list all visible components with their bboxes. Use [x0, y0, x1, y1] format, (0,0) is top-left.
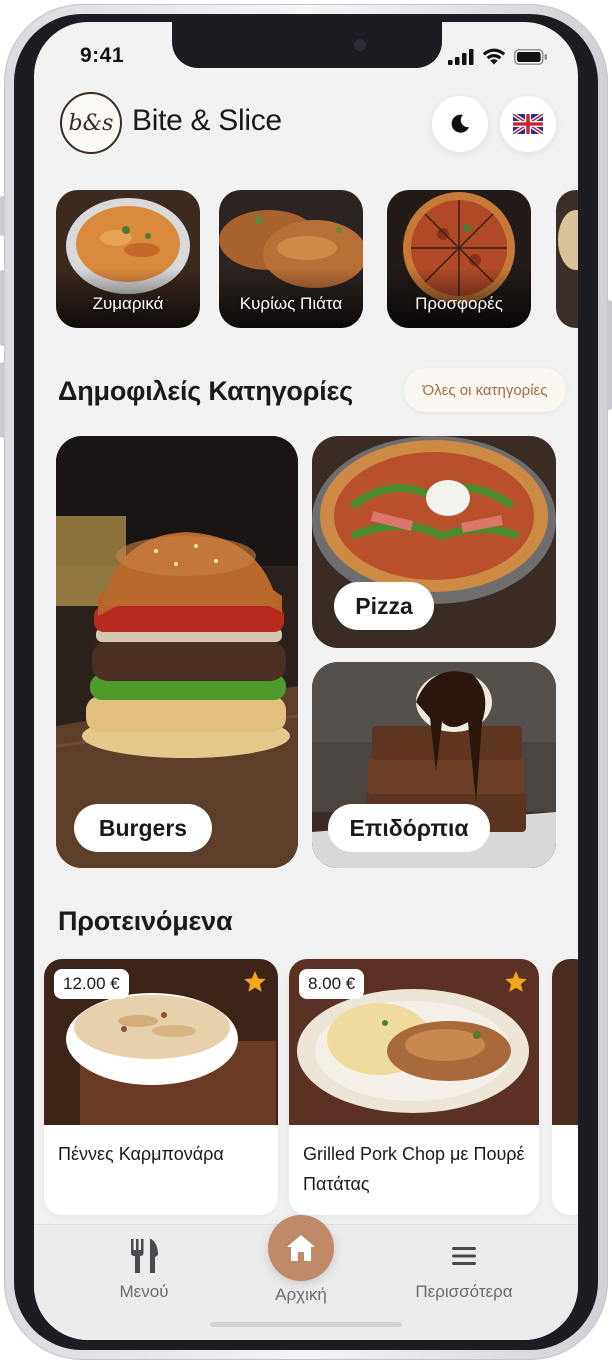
popular-categories-title: Δημοφιλείς Κατηγορίες	[58, 376, 353, 406]
top-categories-carousel[interactable]: Ζυμαρικά Κυρίως Πιάτα Προσφορές	[56, 190, 578, 330]
category-label: Κυρίως Πιάτα	[239, 294, 343, 313]
category-label: Ζυμαρικά	[92, 294, 164, 313]
home-icon	[287, 1235, 315, 1261]
tab-more[interactable]: Περισσότερα	[402, 1239, 526, 1302]
logo-text: b&s	[68, 110, 114, 136]
star-icon[interactable]	[242, 969, 268, 995]
home-indicator	[210, 1322, 402, 1327]
wifi-icon	[482, 48, 506, 65]
category-card-offers[interactable]: Προσφορές	[387, 190, 531, 328]
popular-card-burgers[interactable]: Burgers	[56, 436, 298, 868]
all-categories-button[interactable]: Όλες οι κατηγορίες	[404, 368, 566, 412]
tab-home[interactable]: Αρχική	[251, 1285, 351, 1305]
category-pill: Burgers	[74, 804, 212, 852]
cutlery-icon	[131, 1239, 158, 1273]
category-label: Προσφορές	[415, 294, 503, 313]
star-icon[interactable]	[503, 969, 529, 995]
popular-card-pizza[interactable]: Pizza	[312, 436, 556, 648]
popular-card-desserts[interactable]: Επιδόρπια	[312, 662, 556, 868]
recommended-card-partial[interactable]	[552, 959, 578, 1215]
price-badge: 12.00 €	[54, 969, 129, 999]
status-icons	[448, 48, 548, 65]
tab-more-label: Περισσότερα	[415, 1282, 513, 1301]
volume-down-button	[0, 362, 5, 438]
price-badge: 8.00 €	[299, 969, 365, 999]
brand-name: Bite & Slice	[132, 104, 282, 137]
recommended-title: Προτεινόμενα	[58, 906, 233, 936]
category-pill: Pizza	[334, 582, 434, 630]
tab-menu-label: Μενού	[119, 1282, 169, 1301]
tab-home-button[interactable]	[268, 1215, 334, 1281]
dish-name: Grilled Pork Chop με Πουρέ Πατάτας	[303, 1144, 525, 1194]
status-time: 9:41	[80, 44, 125, 67]
tab-home-label: Αρχική	[275, 1285, 327, 1304]
tab-menu[interactable]: Μενού	[94, 1239, 194, 1302]
power-button	[607, 300, 612, 410]
hamburger-menu-icon	[452, 1247, 476, 1265]
category-card-pasta[interactable]: Ζυμαρικά	[56, 190, 200, 328]
category-card-main-dishes[interactable]: Κυρίως Πιάτα	[219, 190, 363, 328]
battery-icon	[514, 48, 547, 65]
food-image	[552, 959, 578, 1125]
screen: 9:41 b&s Bite & Slice Ζυμαρικά Κυρίως Πι…	[34, 22, 578, 1340]
brand-logo[interactable]: b&s	[60, 92, 122, 154]
food-image	[556, 190, 578, 328]
cellular-signal-icon	[448, 48, 474, 65]
language-button[interactable]	[500, 96, 556, 152]
notch	[172, 22, 442, 68]
category-card-partial[interactable]	[556, 190, 578, 328]
moon-icon	[451, 114, 469, 133]
volume-up-button	[0, 270, 5, 346]
recommended-card-pork-chop[interactable]: 8.00 € Grilled Pork Chop με Πουρέ Πατάτα…	[289, 959, 539, 1215]
side-button	[0, 196, 5, 236]
category-pill: Επιδόρπια	[328, 804, 490, 852]
dish-name: Πέννες Καρμπονάρα	[58, 1144, 224, 1164]
theme-toggle-button[interactable]	[432, 96, 488, 152]
uk-flag-icon	[513, 114, 543, 134]
recommended-card-carbonara[interactable]: 12.00 € Πέννες Καρμπονάρα	[44, 959, 278, 1215]
